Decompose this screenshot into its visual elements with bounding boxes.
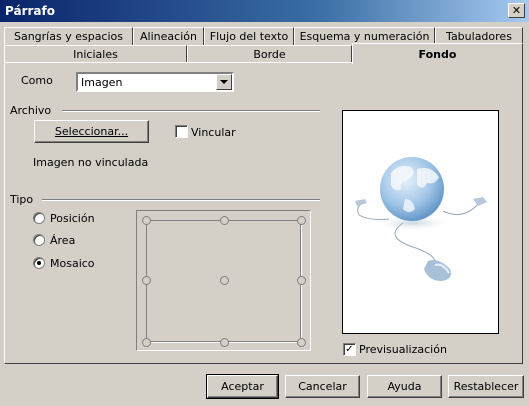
tipo-section-label: Tipo bbox=[10, 193, 34, 206]
radio-area[interactable] bbox=[33, 234, 45, 246]
preview-label: Previsualización bbox=[359, 343, 447, 356]
title-bar: Párrafo ✕ bbox=[0, 0, 529, 22]
link-status-text: Imagen no vinculada bbox=[33, 156, 149, 169]
position-bottom-center[interactable] bbox=[220, 338, 229, 347]
archivo-section-label: Archivo bbox=[10, 104, 52, 117]
position-middle-left[interactable] bbox=[142, 276, 151, 285]
window-title: Párrafo bbox=[5, 4, 55, 18]
vincular-label: Vincular bbox=[191, 126, 236, 139]
como-select[interactable]: Imagen bbox=[76, 72, 234, 92]
tab-fondo[interactable]: Fondo bbox=[352, 43, 523, 64]
tipo-separator bbox=[42, 199, 320, 201]
position-top-center[interactable] bbox=[220, 216, 229, 225]
globe-mouse-image bbox=[355, 157, 487, 281]
preview-area bbox=[342, 110, 499, 334]
position-top-right[interactable] bbox=[297, 216, 306, 225]
preview-checkbox[interactable]: ✓ bbox=[343, 343, 356, 356]
mosaico-label: Mosaico bbox=[50, 257, 95, 270]
chevron-down-icon[interactable] bbox=[216, 74, 232, 90]
cancel-button[interactable]: Cancelar bbox=[285, 375, 360, 398]
tab-sangrias[interactable]: Sangrías y espacios bbox=[4, 27, 133, 46]
position-middle-right[interactable] bbox=[297, 276, 306, 285]
area-label: Área bbox=[50, 234, 76, 247]
vincular-checkbox[interactable] bbox=[175, 125, 188, 138]
tab-alineacion[interactable]: Alineación bbox=[133, 27, 204, 46]
como-label: Como bbox=[21, 74, 53, 87]
select-file-button[interactable]: Seleccionar... bbox=[34, 120, 149, 143]
radio-mosaico[interactable] bbox=[33, 257, 45, 269]
reset-button[interactable]: Restablecer bbox=[448, 375, 524, 398]
position-selector bbox=[136, 210, 311, 351]
posicion-label: Posición bbox=[50, 212, 95, 225]
tab-flujo-texto[interactable]: Flujo del texto bbox=[204, 27, 294, 46]
archivo-separator bbox=[62, 110, 320, 112]
position-bottom-right[interactable] bbox=[297, 338, 306, 347]
help-button[interactable]: Ayuda bbox=[367, 375, 442, 398]
position-bottom-left[interactable] bbox=[142, 338, 151, 347]
position-center[interactable] bbox=[220, 276, 229, 285]
como-value: Imagen bbox=[81, 75, 123, 89]
position-top-left[interactable] bbox=[142, 216, 151, 225]
accept-button[interactable]: Aceptar bbox=[206, 374, 279, 399]
radio-posicion[interactable] bbox=[33, 212, 45, 224]
close-icon[interactable]: ✕ bbox=[508, 3, 525, 18]
